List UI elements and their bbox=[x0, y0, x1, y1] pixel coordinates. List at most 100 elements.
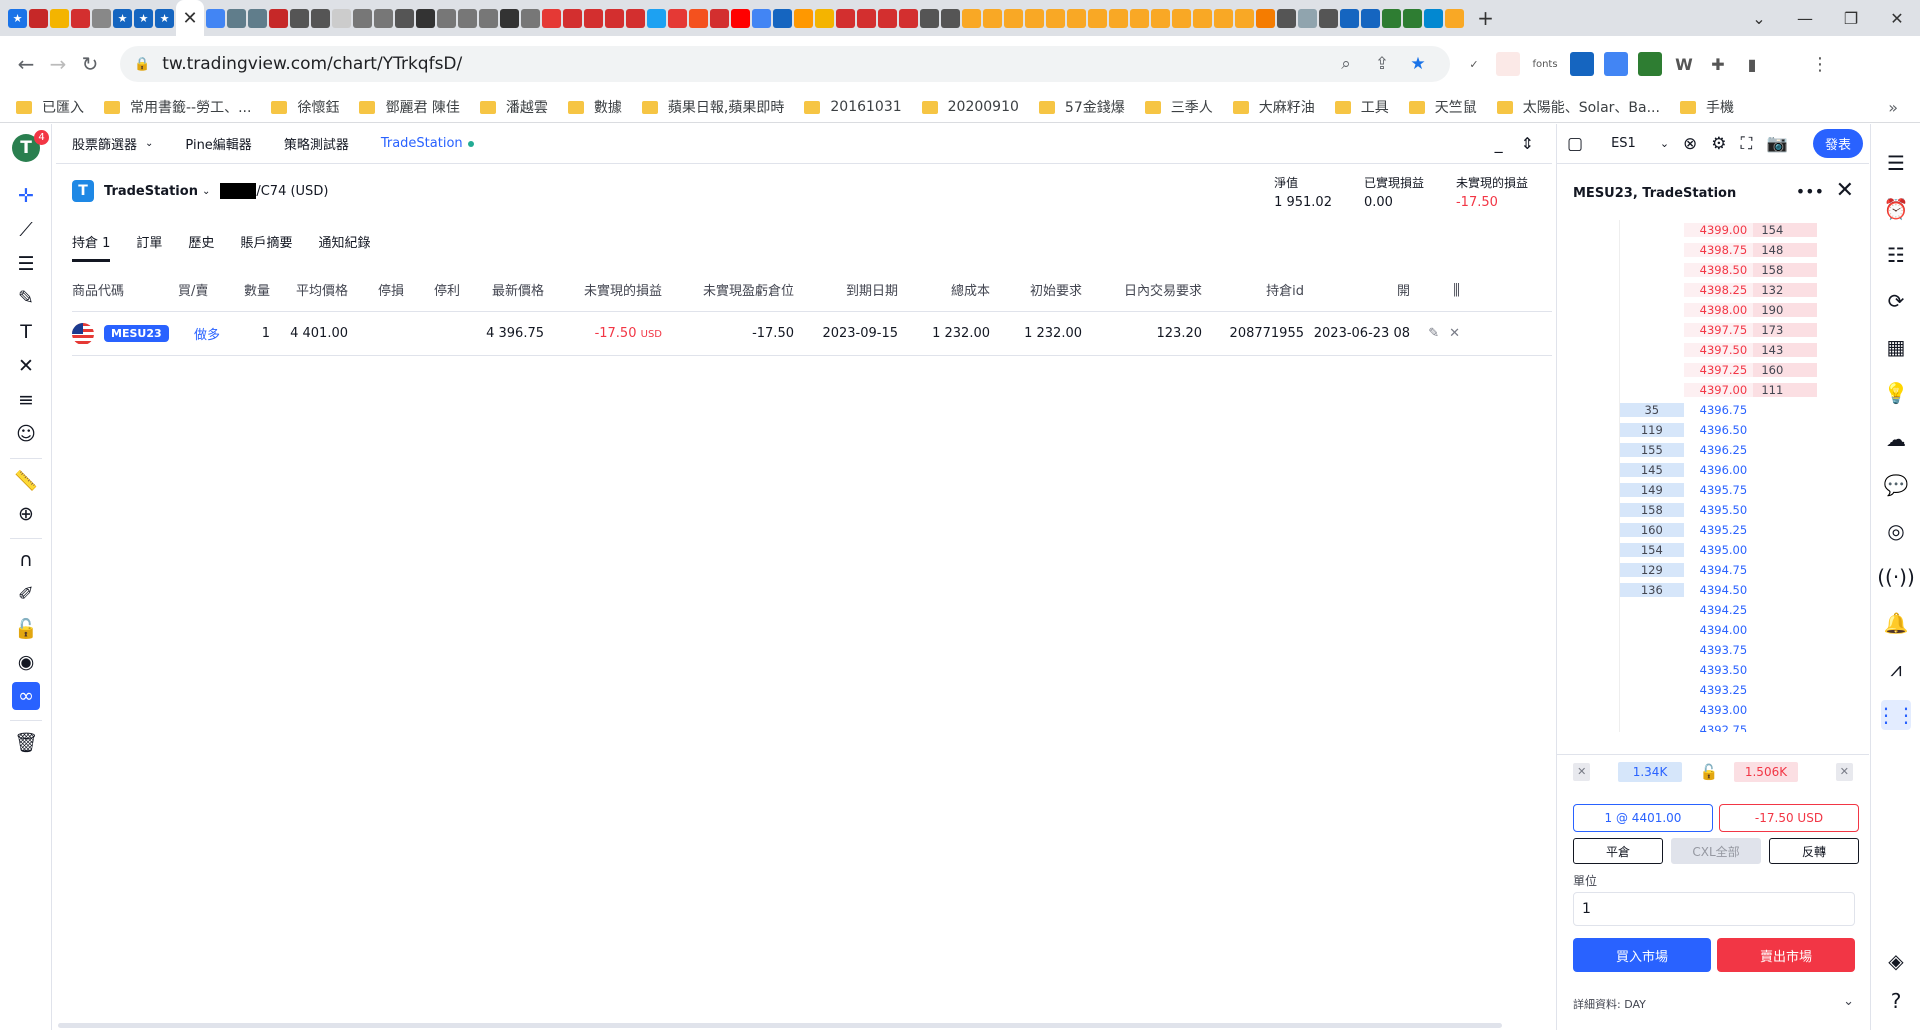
w-ext-icon[interactable]: W bbox=[1672, 52, 1696, 76]
dom-price-cell[interactable]: 4398.75 bbox=[1683, 243, 1754, 257]
col-header[interactable]: 停損 bbox=[348, 280, 404, 299]
col-header[interactable]: 到期日期 bbox=[794, 280, 898, 299]
bookmark-item[interactable]: 太陽能、Solar、Ba... bbox=[1496, 97, 1660, 117]
tab-favicon[interactable] bbox=[710, 8, 729, 28]
bookmark-star-icon[interactable]: ★ bbox=[1400, 54, 1436, 74]
bookmark-item[interactable]: 鄧麗君 陳佳 bbox=[359, 97, 460, 117]
dom-ask-cell[interactable]: 173 bbox=[1753, 323, 1817, 337]
tab-favicon[interactable] bbox=[1403, 8, 1422, 28]
col-header[interactable]: 初始要求 bbox=[990, 280, 1082, 299]
col-header[interactable]: 停利 bbox=[404, 280, 460, 299]
tab-favicon[interactable]: ★ bbox=[155, 8, 174, 28]
flatten-button[interactable]: 平倉 bbox=[1573, 838, 1663, 864]
prediction-icon[interactable]: ≡ bbox=[12, 386, 40, 414]
dom-row[interactable]: 4394.00 bbox=[1620, 620, 1817, 640]
fib-icon[interactable]: ☰ bbox=[12, 250, 40, 278]
tab-favicon[interactable] bbox=[71, 8, 90, 28]
tab-favicon[interactable] bbox=[269, 8, 288, 28]
brush-icon[interactable]: ✎ bbox=[12, 284, 40, 312]
dom-row[interactable]: 155 4396.25 bbox=[1620, 440, 1817, 460]
tab-favicon[interactable] bbox=[815, 8, 834, 28]
dom-row[interactable]: 129 4394.75 bbox=[1620, 560, 1817, 580]
gear-icon[interactable]: ⚙ bbox=[1711, 134, 1726, 154]
tab-tradestation[interactable]: TradeStation bbox=[381, 136, 474, 151]
dom-row[interactable]: 35 4396.75 bbox=[1620, 400, 1817, 420]
tab-favicon[interactable] bbox=[1319, 8, 1338, 28]
dom-bid-cell[interactable]: 145 bbox=[1620, 463, 1684, 477]
subtab-account-summary[interactable]: 賬戶摘要 bbox=[240, 232, 292, 262]
table-row[interactable]: MESU23 做多 1 4 401.00 4 396.75 -17.50 USD… bbox=[72, 312, 1552, 356]
tab-favicon[interactable] bbox=[29, 8, 48, 28]
dom-price-cell[interactable]: 4399.00 bbox=[1683, 223, 1754, 237]
omnibox[interactable]: 🔒 tw.tradingview.com/chart/YTrkqfsD/ ⌕ ⇪… bbox=[120, 46, 1450, 82]
unit-input[interactable]: 1 bbox=[1573, 892, 1855, 926]
dom-row[interactable]: 158 4395.50 bbox=[1620, 500, 1817, 520]
dom-price-cell[interactable]: 4395.25 bbox=[1684, 523, 1754, 537]
bookmark-item[interactable]: 20200910 bbox=[921, 99, 1019, 115]
crosshair-icon[interactable]: ✛ bbox=[12, 182, 40, 210]
dom-ask-cell[interactable]: 190 bbox=[1753, 303, 1817, 317]
tab-favicon[interactable] bbox=[206, 8, 225, 28]
tab-favicon[interactable] bbox=[794, 8, 813, 28]
col-header[interactable]: 未實現盈虧倉位 bbox=[662, 280, 794, 299]
edit-icon[interactable]: ✎ bbox=[1428, 326, 1439, 341]
unlock-icon[interactable]: 🔓 bbox=[1700, 763, 1719, 781]
subtab-positions[interactable]: 持倉 1 bbox=[72, 232, 111, 262]
cloud-icon[interactable]: ☁ bbox=[1881, 424, 1911, 454]
tab-favicon[interactable] bbox=[1193, 8, 1212, 28]
col-header[interactable]: 開 bbox=[1304, 280, 1410, 299]
pattern-icon[interactable]: ✕ bbox=[12, 352, 40, 380]
tab-favicon[interactable] bbox=[1361, 8, 1380, 28]
layout-icon[interactable]: ▢ bbox=[1567, 134, 1583, 154]
tab-favicon[interactable] bbox=[290, 8, 309, 28]
dom-price-cell[interactable]: 4398.00 bbox=[1683, 303, 1754, 317]
dom-bid-cell[interactable]: 155 bbox=[1620, 443, 1684, 457]
dom-ask-cell[interactable]: 143 bbox=[1753, 343, 1817, 357]
dom-row[interactable]: 4393.00 bbox=[1620, 700, 1817, 720]
tab-favicon[interactable] bbox=[92, 8, 111, 28]
lock-icon[interactable]: 🔓 bbox=[12, 614, 40, 642]
tab-favicon[interactable] bbox=[752, 8, 771, 28]
dom-price-cell[interactable]: 4394.00 bbox=[1684, 623, 1754, 637]
buy-market-button[interactable]: 買入市場 bbox=[1573, 938, 1711, 972]
dom-ask-cell[interactable]: 154 bbox=[1753, 223, 1817, 237]
dom-row[interactable]: 4399.00 154 bbox=[1620, 220, 1817, 240]
broadcast-icon[interactable]: ((·)) bbox=[1877, 562, 1915, 592]
tab-favicon[interactable] bbox=[353, 8, 372, 28]
cancel-bids-icon[interactable]: ✕ bbox=[1573, 762, 1591, 781]
tab-favicon[interactable] bbox=[50, 8, 69, 28]
dom-price-cell[interactable]: 4395.50 bbox=[1684, 503, 1754, 517]
dom-row[interactable]: 4398.25 132 bbox=[1620, 280, 1817, 300]
dom-bid-cell[interactable]: 154 bbox=[1620, 543, 1684, 557]
tab-favicon[interactable] bbox=[1424, 8, 1443, 28]
tab-favicon[interactable] bbox=[311, 8, 330, 28]
tab-favicon[interactable] bbox=[374, 8, 393, 28]
dom-bid-cell[interactable]: 160 bbox=[1620, 523, 1684, 537]
bookmark-item[interactable]: 已匯入 bbox=[16, 97, 84, 117]
tab-favicon[interactable] bbox=[395, 8, 414, 28]
bookmark-item[interactable]: 蘋果日報,蘋果即時 bbox=[641, 97, 784, 117]
dom-row[interactable]: 149 4395.75 bbox=[1620, 480, 1817, 500]
dom-row[interactable]: 4398.75 148 bbox=[1620, 240, 1817, 260]
menu-icon[interactable]: ⋮ bbox=[1808, 52, 1832, 76]
trading-icon[interactable]: ⩘ bbox=[1881, 654, 1911, 684]
tab-favicon[interactable] bbox=[962, 8, 981, 28]
bookmark-star-icon[interactable]: ★ bbox=[8, 8, 27, 28]
dom-row[interactable]: 4394.25 bbox=[1620, 600, 1817, 620]
tab-favicon[interactable] bbox=[1340, 8, 1359, 28]
minimize-icon[interactable]: — bbox=[1782, 9, 1828, 28]
lock-icon[interactable]: 🔒 bbox=[134, 57, 150, 72]
bell-icon[interactable]: 🔔 bbox=[1881, 608, 1911, 638]
bookmark-item[interactable]: 常用書籤--勞工、... bbox=[104, 97, 251, 117]
tab-favicon[interactable] bbox=[1277, 8, 1296, 28]
trend-line-icon[interactable]: ⟋ bbox=[12, 216, 40, 244]
tab-favicon[interactable] bbox=[668, 8, 687, 28]
dom-price-cell[interactable]: 4397.50 bbox=[1683, 343, 1754, 357]
tab-favicon[interactable] bbox=[836, 8, 855, 28]
dom-price-cell[interactable]: 4398.50 bbox=[1683, 263, 1754, 277]
alert-search-icon[interactable]: ⊗ bbox=[1683, 134, 1697, 154]
dom-bid-cell[interactable]: 35 bbox=[1620, 403, 1684, 417]
maximize-icon[interactable]: ❐ bbox=[1828, 9, 1874, 28]
smart-ext-icon[interactable] bbox=[1496, 52, 1520, 76]
position-box[interactable]: 1 @ 4401.00 bbox=[1573, 804, 1713, 832]
